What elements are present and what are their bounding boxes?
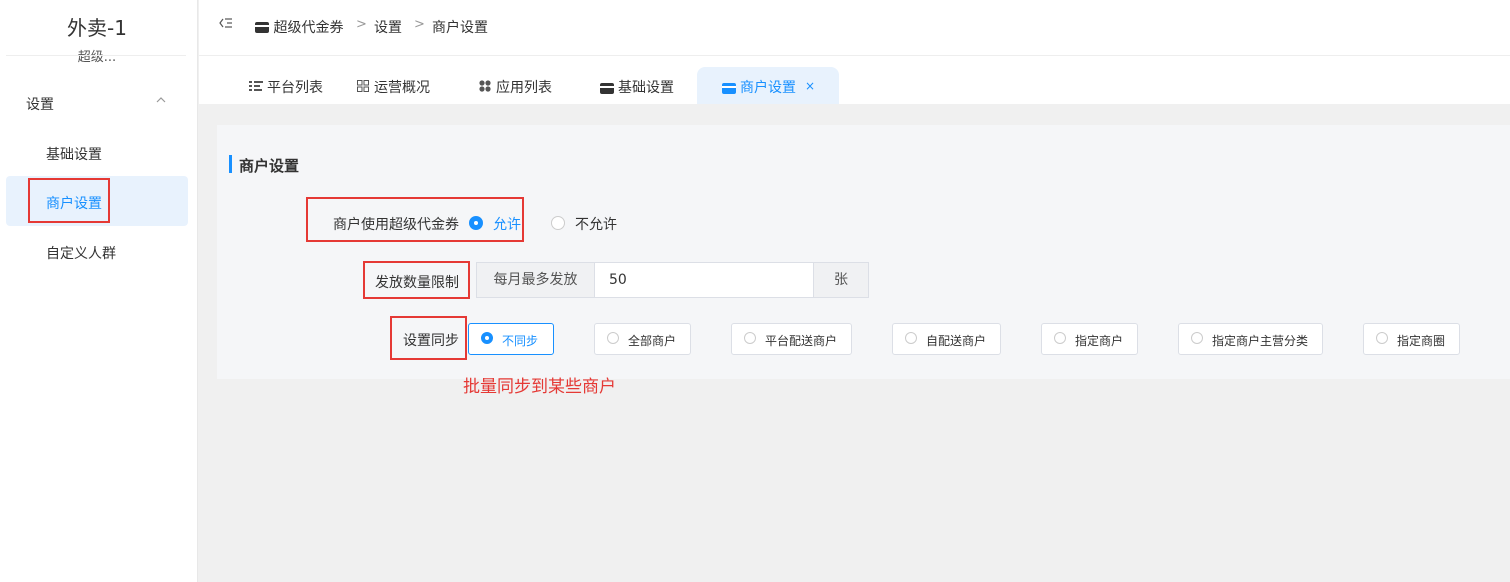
tab-basic-settings[interactable]: 基础设置 (589, 67, 689, 104)
app-title: 外卖-1 (67, 16, 127, 40)
card-icon (600, 81, 614, 94)
sync-option-none[interactable]: 不同步 (468, 323, 554, 355)
card-icon (722, 81, 736, 94)
sync-settings-label: 设置同步 (403, 333, 459, 349)
issue-limit-input[interactable]: 50 (594, 262, 814, 298)
radio-disallow[interactable] (551, 216, 565, 230)
breadcrumb-separator: > (356, 17, 367, 32)
radio-disallow-label[interactable]: 不允许 (575, 214, 617, 234)
chevron-up-icon (156, 94, 166, 107)
breadcrumb-item-merchant-settings[interactable]: 商户设置 (432, 17, 488, 37)
top-header: 超级代金券 > 设置 > 商户设置 (199, 0, 1510, 56)
sync-option-merchant-category[interactable]: 指定商户主营分类 (1178, 323, 1323, 355)
voucher-permission-label: 商户使用超级代金券 (333, 217, 459, 233)
breadcrumb-separator: > (414, 17, 425, 32)
sidebar: 外卖-1 超级... 设置 基础设置 商户设置 自定义人群 (0, 0, 198, 582)
tab-bar: 平台列表 运营概况 应用列表 基础设置 商户设置 × (199, 56, 1510, 104)
tab-platform-list[interactable]: 平台列表 (239, 67, 339, 104)
radio-icon (607, 332, 619, 344)
tab-merchant-settings[interactable]: 商户设置 × (697, 67, 839, 104)
list-icon (249, 80, 263, 92)
close-icon[interactable]: × (805, 79, 815, 93)
sidebar-divider (6, 55, 186, 56)
radio-allow-label[interactable]: 允许 (493, 214, 521, 234)
grid-icon (357, 80, 371, 92)
menu-collapse-icon[interactable] (219, 16, 235, 32)
breadcrumb-item-voucher[interactable]: 超级代金券 (255, 17, 343, 37)
breadcrumb-item-settings[interactable]: 设置 (374, 17, 402, 37)
sidebar-item-label: 基础设置 (46, 147, 102, 163)
radio-icon (481, 332, 493, 344)
sync-option-self-delivery[interactable]: 自配送商户 (892, 323, 1001, 355)
sync-option-all-merchants[interactable]: 全部商户 (594, 323, 691, 355)
issue-limit-prefix: 每月最多发放 (476, 262, 594, 298)
sidebar-item-custom-audience[interactable]: 自定义人群 (6, 226, 188, 276)
issue-limit-unit: 张 (814, 262, 869, 298)
menu-group-label: 设置 (26, 97, 54, 113)
sync-option-platform-delivery[interactable]: 平台配送商户 (731, 323, 852, 355)
radio-icon (905, 332, 917, 344)
sidebar-item-basic-settings[interactable]: 基础设置 (6, 127, 188, 177)
menu-group-settings[interactable]: 设置 (0, 86, 194, 118)
highlight-box (28, 178, 110, 223)
section-accent-bar (229, 155, 232, 173)
section-title: 商户设置 (239, 157, 300, 175)
radio-allow[interactable] (469, 216, 483, 230)
annotation-note: 批量同步到某些商户 (463, 377, 616, 397)
radio-icon (1376, 332, 1388, 344)
radio-icon (1191, 332, 1203, 344)
apps-icon (479, 80, 493, 92)
tab-operations-overview[interactable]: 运营概况 (347, 67, 447, 104)
sync-option-business-district[interactable]: 指定商圈 (1363, 323, 1460, 355)
card-icon (255, 22, 269, 33)
issue-limit-label: 发放数量限制 (375, 275, 459, 291)
radio-icon (744, 332, 756, 344)
main-content: 商户设置 商户使用超级代金券 允许 不允许 发放数量限制 每月最多发放 50 张… (199, 104, 1510, 582)
sidebar-item-label: 自定义人群 (46, 246, 116, 262)
settings-panel: 商户设置 商户使用超级代金券 允许 不允许 发放数量限制 每月最多发放 50 张… (217, 125, 1510, 379)
tab-app-list[interactable]: 应用列表 (469, 67, 569, 104)
radio-icon (1054, 332, 1066, 344)
sync-option-specified-merchants[interactable]: 指定商户 (1041, 323, 1138, 355)
